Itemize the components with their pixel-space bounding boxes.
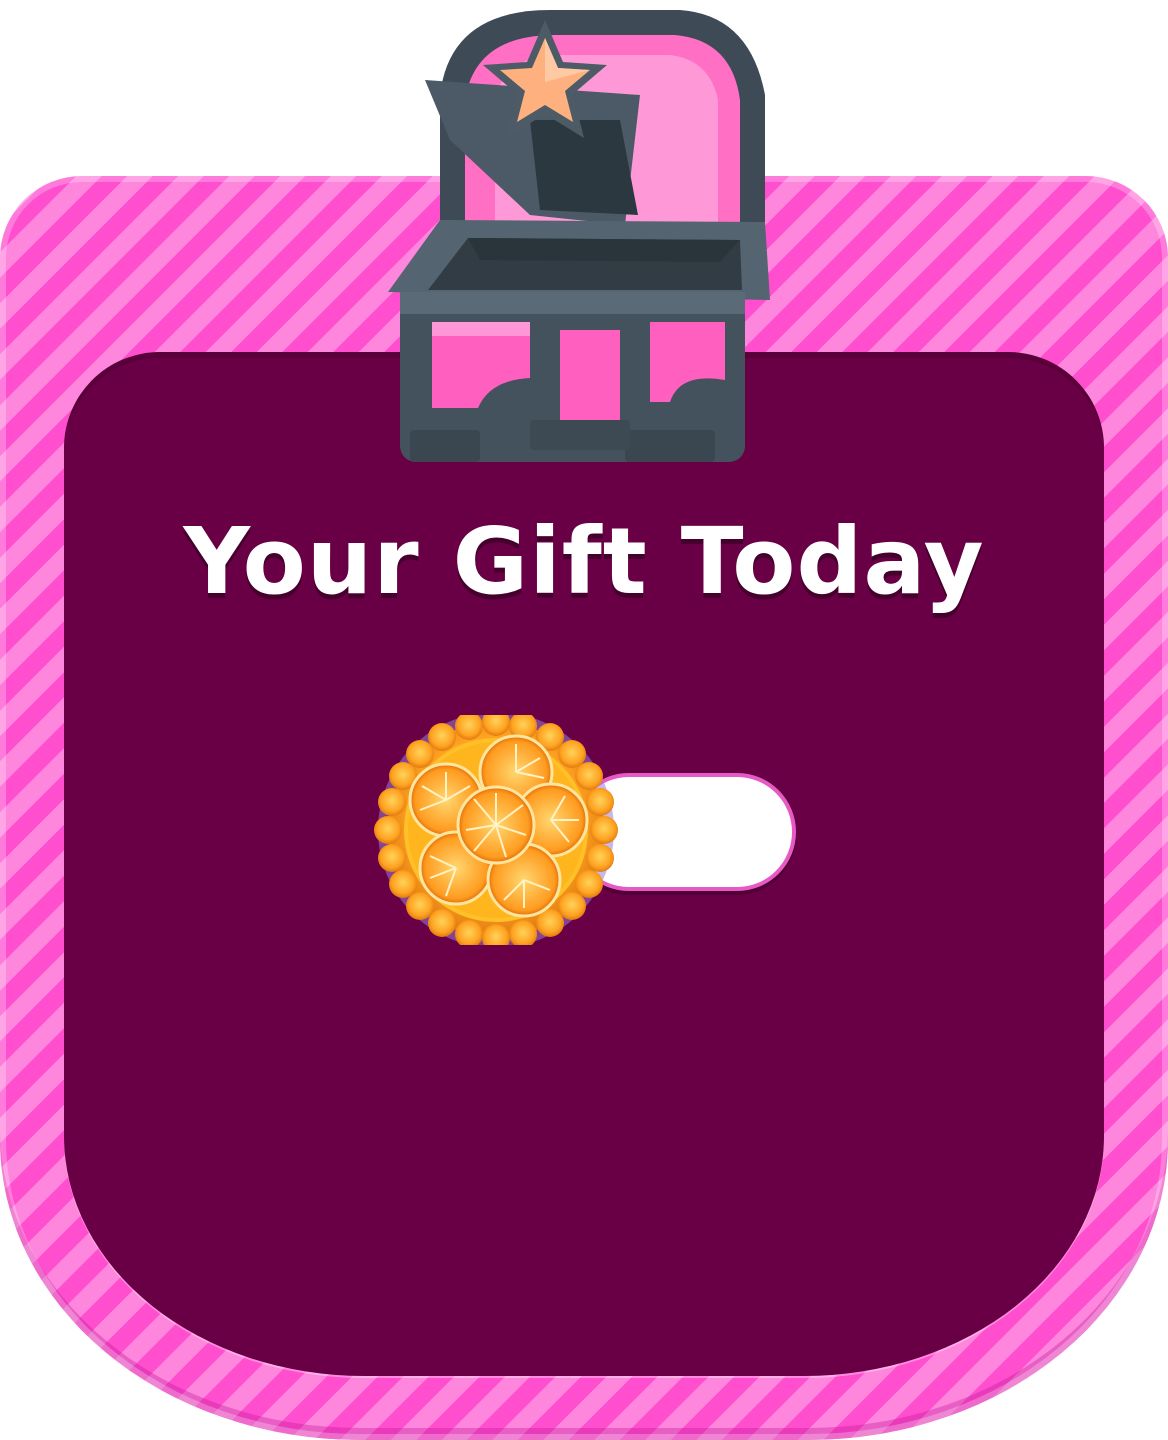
orange-tart-icon	[374, 715, 618, 945]
dialog-title: Your Gift Today	[183, 508, 985, 615]
treasure-chest-icon	[388, 10, 770, 462]
reward-item	[370, 715, 810, 945]
